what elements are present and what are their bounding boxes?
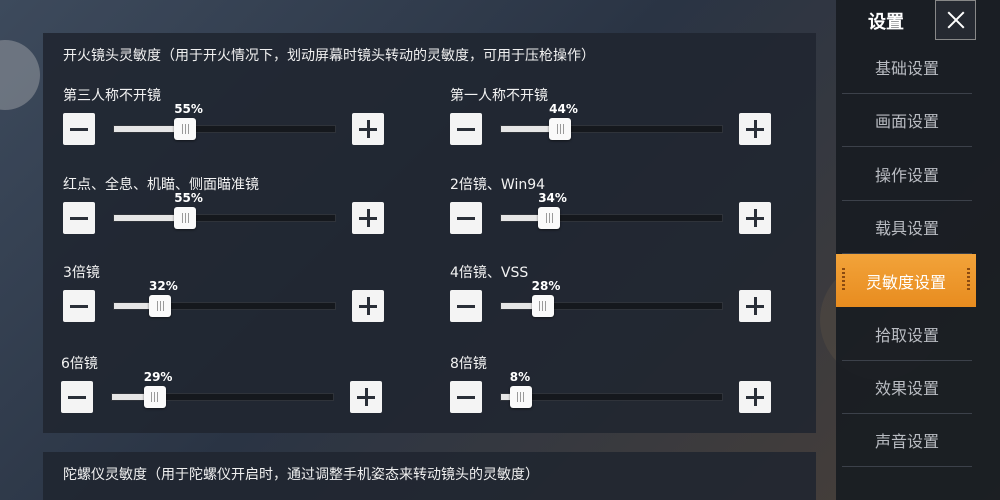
slider-label: 8倍镜 [450, 356, 487, 372]
slider-thumb[interactable] [538, 207, 561, 229]
nav-item-sensitivity[interactable]: 灵敏度设置 [836, 254, 976, 307]
plus-icon [359, 209, 377, 227]
nav-item-audio[interactable]: 声音设置 [842, 414, 972, 467]
slider-percent: 8% [509, 370, 531, 384]
slider-first-person-no-scope: 第一人称不开镜 44% [450, 85, 780, 145]
minus-icon [457, 395, 475, 399]
slider-label: 第三人称不开镜 [63, 88, 161, 104]
increase-button[interactable] [350, 381, 382, 413]
slider-label: 2倍镜、Win94 [450, 177, 546, 193]
slider-2x-scope: 2倍镜、Win94 34% [450, 174, 780, 234]
plus-icon [746, 297, 764, 315]
nav-item-basic[interactable]: 基础设置 [842, 41, 972, 94]
slider-thumb[interactable] [509, 386, 532, 408]
increase-button[interactable] [352, 290, 384, 322]
slider-label: 4倍镜、VSS [450, 265, 529, 281]
increase-button[interactable] [352, 113, 384, 145]
slider-track[interactable]: 34% [500, 191, 723, 229]
increase-button[interactable] [739, 202, 771, 234]
minus-icon [457, 216, 475, 220]
slider-thumb[interactable] [143, 386, 166, 408]
slider-track[interactable]: 44% [500, 102, 723, 140]
section-title-fire: 开火镜头灵敏度（用于开火情况下，划动屏幕时镜头转动的灵敏度，可用于压枪操作） [63, 48, 595, 64]
slider-third-person-no-scope: 第三人称不开镜 55% [63, 85, 393, 145]
slider-label: 3倍镜 [63, 265, 100, 281]
decrease-button[interactable] [450, 113, 482, 145]
close-button[interactable] [935, 0, 976, 40]
slider-thumb[interactable] [174, 118, 197, 140]
minus-icon [457, 304, 475, 308]
plus-icon [357, 388, 375, 406]
slider-thumb[interactable] [174, 207, 197, 229]
decrease-button[interactable] [61, 381, 93, 413]
slider-percent: 55% [174, 191, 203, 205]
slider-label: 6倍镜 [61, 356, 98, 372]
minus-icon [70, 216, 88, 220]
slider-label: 第一人称不开镜 [450, 88, 548, 104]
slider-percent: 34% [538, 191, 567, 205]
slider-percent: 28% [531, 279, 561, 293]
minus-icon [70, 127, 88, 131]
increase-button[interactable] [739, 113, 771, 145]
nav-item-pickup[interactable]: 拾取设置 [842, 308, 972, 361]
decrease-button[interactable] [63, 202, 95, 234]
settings-sidebar: 设置 基础设置 画面设置 操作设置 载具设置 灵敏度设置 拾取设置 效果设置 声… [836, 0, 1000, 500]
plus-icon [359, 120, 377, 138]
minus-icon [70, 304, 88, 308]
gyro-sensitivity-panel: 陀螺仪灵敏度（用于陀螺仪开启时，通过调整手机姿态来转动镜头的灵敏度） [43, 452, 816, 500]
decrease-button[interactable] [63, 113, 95, 145]
decrease-button[interactable] [450, 381, 482, 413]
nav-item-vehicle[interactable]: 载具设置 [842, 201, 972, 254]
slider-thumb[interactable] [149, 295, 172, 317]
slider-percent: 29% [143, 370, 173, 384]
slider-red-dot-holo: 红点、全息、机瞄、侧面瞄准镜 55% [63, 174, 393, 234]
slider-track[interactable]: 8% [500, 370, 723, 408]
slider-label: 红点、全息、机瞄、侧面瞄准镜 [63, 177, 259, 193]
minus-icon [457, 127, 475, 131]
decrease-button[interactable] [450, 290, 482, 322]
increase-button[interactable] [352, 202, 384, 234]
slider-6x-scope: 6倍镜 29% [61, 353, 391, 413]
nav-item-effects[interactable]: 效果设置 [842, 361, 972, 414]
fire-sensitivity-panel: 开火镜头灵敏度（用于开火情况下，划动屏幕时镜头转动的灵敏度，可用于压枪操作） 第… [43, 33, 816, 433]
close-icon [946, 10, 966, 30]
plus-icon [746, 388, 764, 406]
sidebar-title: 设置 [868, 12, 904, 33]
slider-3x-scope: 3倍镜 32% [63, 262, 393, 322]
slider-thumb[interactable] [531, 295, 554, 317]
plus-icon [359, 297, 377, 315]
slider-percent: 44% [549, 102, 578, 116]
increase-button[interactable] [739, 290, 771, 322]
plus-icon [746, 209, 764, 227]
slider-track[interactable]: 28% [500, 279, 723, 317]
plus-icon [746, 120, 764, 138]
minus-icon [68, 395, 86, 399]
section-title-gyro: 陀螺仪灵敏度（用于陀螺仪开启时，通过调整手机姿态来转动镜头的灵敏度） [63, 467, 539, 483]
slider-track[interactable]: 32% [113, 279, 336, 317]
slider-track[interactable]: 55% [113, 102, 336, 140]
slider-percent: 32% [149, 279, 178, 293]
slider-thumb[interactable] [549, 118, 572, 140]
slider-8x-scope: 8倍镜 8% [450, 353, 780, 413]
nav-item-controls[interactable]: 操作设置 [842, 148, 972, 201]
slider-track[interactable]: 29% [111, 370, 334, 408]
increase-button[interactable] [739, 381, 771, 413]
background-decor [0, 40, 40, 110]
nav-item-graphics[interactable]: 画面设置 [842, 94, 972, 147]
decrease-button[interactable] [450, 202, 482, 234]
slider-percent: 55% [174, 102, 203, 116]
decrease-button[interactable] [63, 290, 95, 322]
slider-track[interactable]: 55% [113, 191, 336, 229]
slider-4x-scope: 4倍镜、VSS 28% [450, 262, 780, 322]
